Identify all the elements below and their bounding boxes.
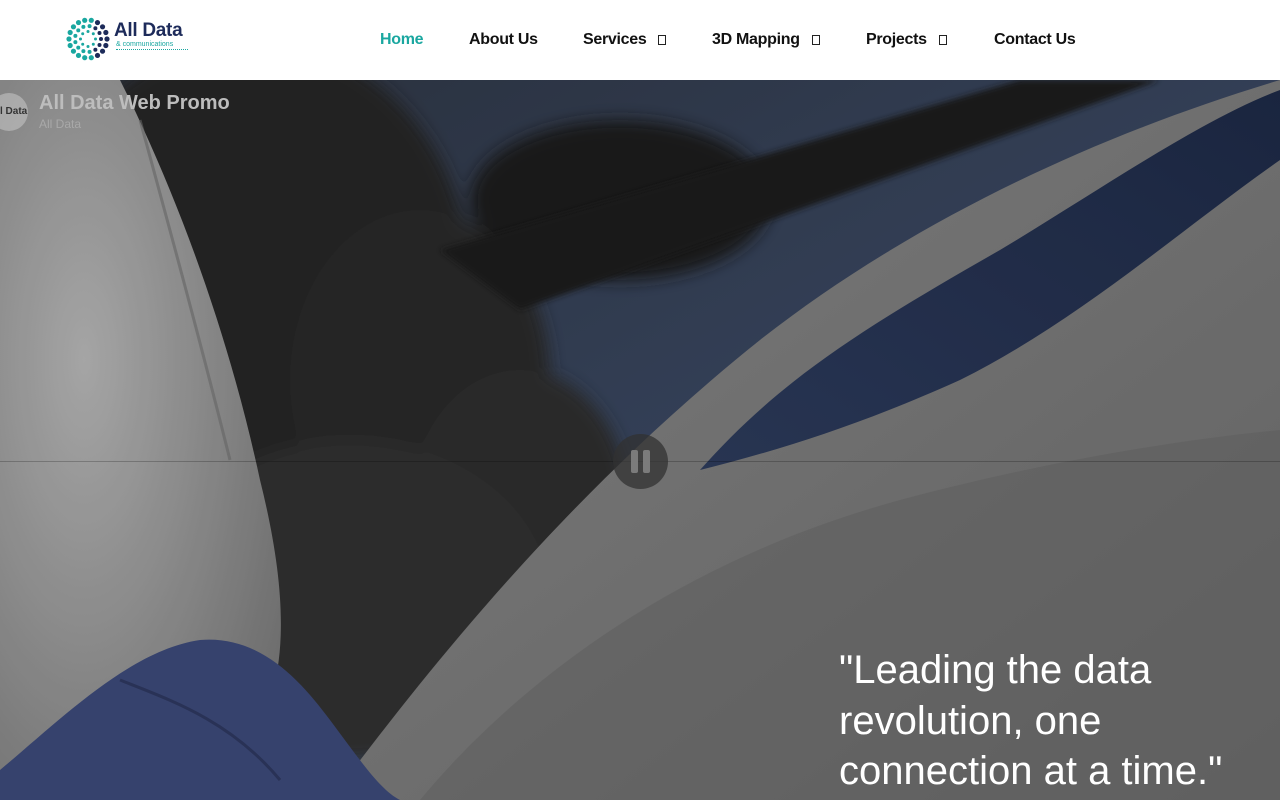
nav-about-us-label: About Us xyxy=(469,31,538,48)
video-title[interactable]: All Data Web Promo xyxy=(39,92,230,115)
chevron-down-icon xyxy=(811,35,820,45)
chevron-down-icon xyxy=(938,35,947,45)
nav-services[interactable]: Services xyxy=(583,30,667,50)
nav-home[interactable]: Home xyxy=(380,30,424,50)
pause-button[interactable] xyxy=(613,434,668,489)
video-channel-name[interactable]: All Data xyxy=(39,117,81,131)
hero-quote-line: "Leading the data xyxy=(839,648,1152,692)
hero-quote-line: revolution, one xyxy=(839,698,1102,743)
site-header: All Data & communications Home About Us … xyxy=(0,0,1280,80)
chevron-down-icon xyxy=(658,35,667,45)
nav-about-us[interactable]: About Us xyxy=(469,30,538,50)
nav-projects[interactable]: Projects xyxy=(866,30,947,50)
nav-contact-us-label: Contact Us xyxy=(994,31,1076,48)
channel-avatar-text: l Data xyxy=(0,106,28,117)
nav-contact-us[interactable]: Contact Us xyxy=(994,30,1076,50)
hero-video[interactable]: l Data All Data Web Promo All Data "Lead… xyxy=(0,80,1280,800)
nav-projects-label: Projects xyxy=(866,31,927,48)
main-nav: Home About Us Services 3D Mapping Projec… xyxy=(0,0,1280,80)
nav-3d-mapping-label: 3D Mapping xyxy=(712,31,800,48)
pause-icon xyxy=(631,450,638,473)
hero-quote-line: connection at a time." xyxy=(839,749,1223,793)
nav-services-label: Services xyxy=(583,31,647,48)
nav-3d-mapping[interactable]: 3D Mapping xyxy=(712,30,820,50)
pause-icon-bar xyxy=(643,450,650,473)
hero-quote: "Leading the data revolution, one connec… xyxy=(839,645,1269,797)
nav-home-label: Home xyxy=(380,31,424,48)
